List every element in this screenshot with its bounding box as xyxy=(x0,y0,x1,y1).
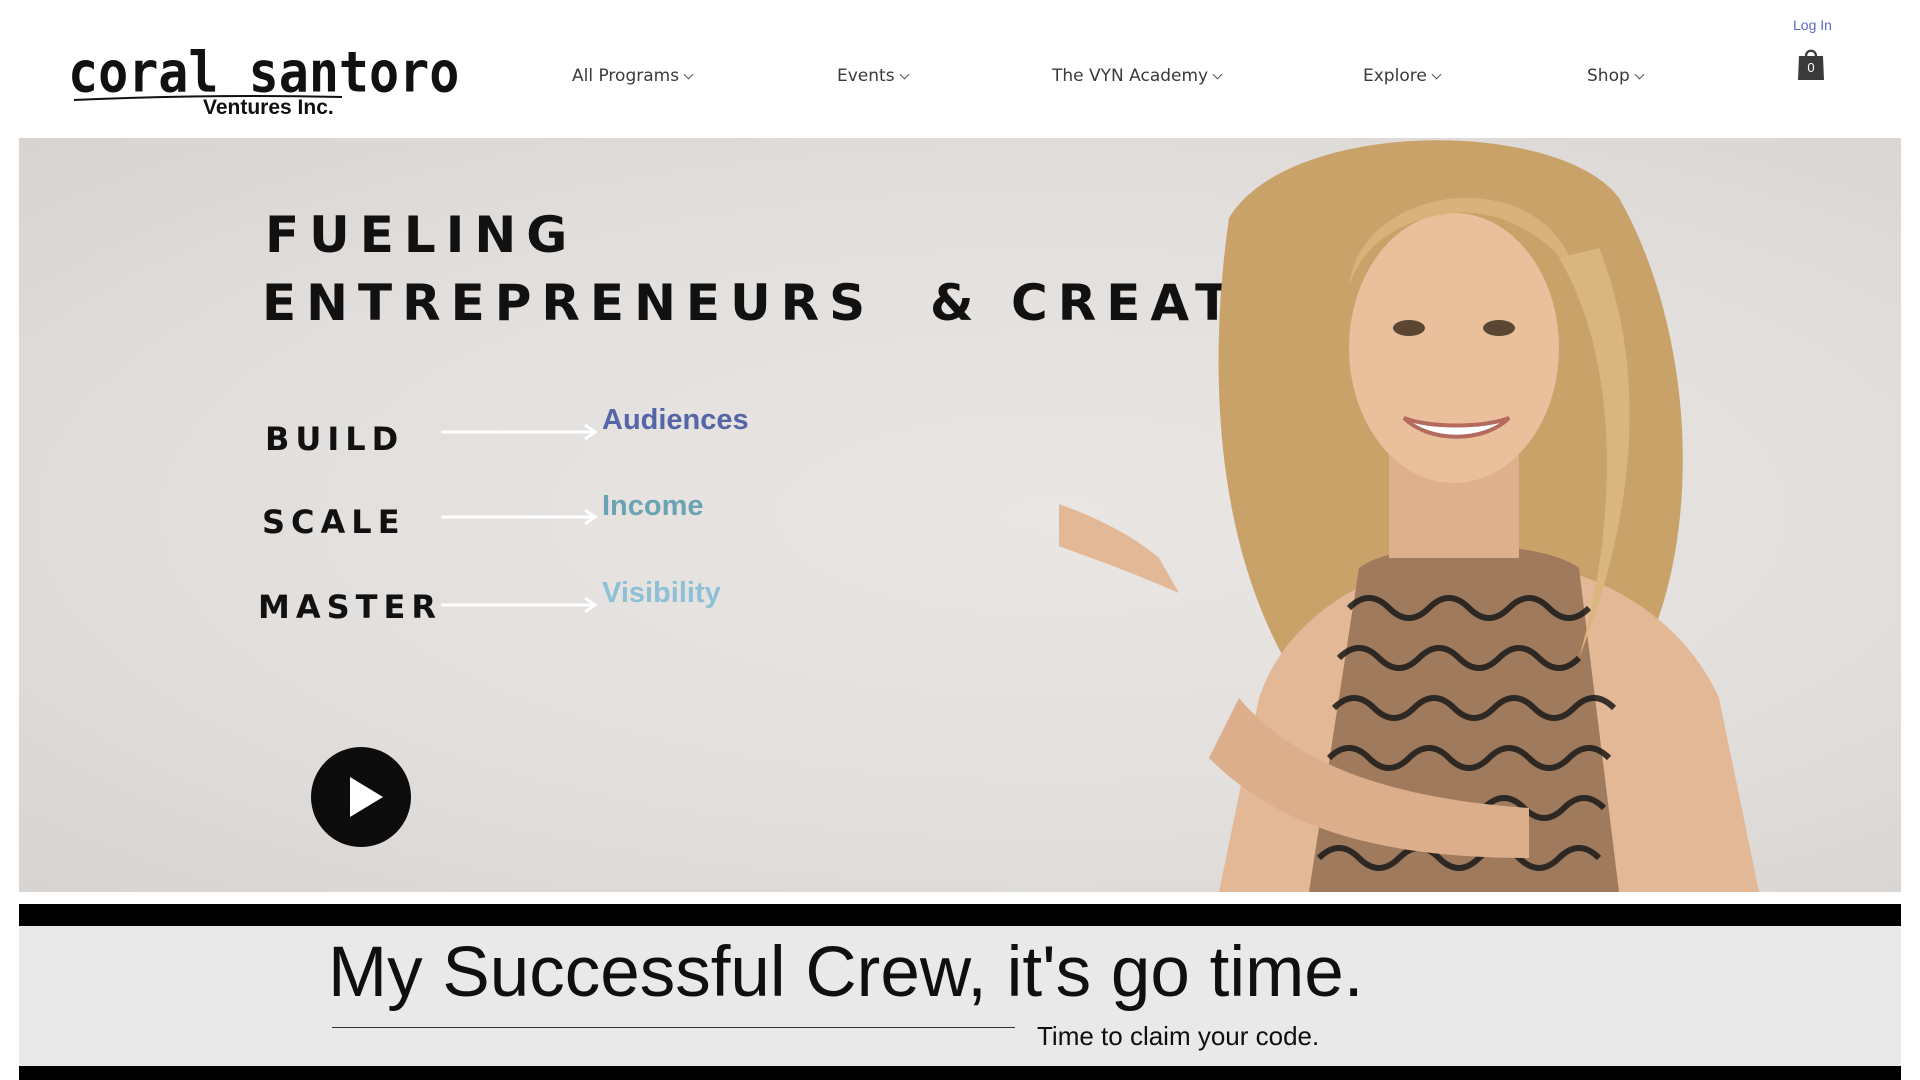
login-link[interactable]: Log In xyxy=(1793,17,1832,33)
nav-item-vyn-academy[interactable]: The VYN Academy xyxy=(1052,66,1223,86)
hero-outcome-audiences: Audiences xyxy=(602,404,749,436)
nav-label: Shop xyxy=(1587,66,1630,86)
banner-top-bar xyxy=(19,904,1901,926)
logo-subtitle: Ventures Inc. xyxy=(203,96,334,119)
play-video-button[interactable] xyxy=(311,747,411,847)
banner-divider xyxy=(332,1027,1015,1028)
chevron-down-icon xyxy=(1212,69,1223,79)
banner-bottom-bar xyxy=(19,1066,1901,1080)
arrow-right-icon xyxy=(441,423,598,441)
hero-banner: FUELING ENTREPRENEURS & CREATORS BUILD A… xyxy=(19,138,1901,892)
promo-banner: My Successful Crew, it's go time. Time t… xyxy=(19,926,1901,1066)
arrow-right-icon xyxy=(441,508,598,526)
nav-item-events[interactable]: Events xyxy=(837,66,910,86)
hero-verb-scale: SCALE xyxy=(262,503,406,541)
chevron-down-icon xyxy=(899,69,910,79)
nav-label: Explore xyxy=(1363,66,1427,86)
arrow-right-icon xyxy=(441,596,598,614)
nav-label: Events xyxy=(837,66,895,86)
nav-label: All Programs xyxy=(572,66,680,86)
nav-item-shop[interactable]: Shop xyxy=(1587,66,1645,86)
hero-outcome-visibility: Visibility xyxy=(602,577,721,609)
chevron-down-icon xyxy=(1634,69,1645,79)
hero-title-line1: FUELING xyxy=(265,206,578,264)
chevron-down-icon xyxy=(1431,69,1442,79)
banner-headline: My Successful Crew, it's go time. xyxy=(328,933,1364,1012)
hero-outcome-income: Income xyxy=(602,490,704,522)
hero-verb-build: BUILD xyxy=(265,420,405,458)
hero-verb-master: MASTER xyxy=(258,588,442,626)
nav-label: The VYN Academy xyxy=(1052,66,1209,86)
chevron-down-icon xyxy=(683,69,694,79)
banner-subline: Time to claim your code. xyxy=(1037,1021,1320,1051)
nav-item-explore[interactable]: Explore xyxy=(1363,66,1442,86)
cart-button[interactable]: 0 xyxy=(1797,47,1825,81)
hero-model-image xyxy=(1059,140,1759,892)
main-nav: All Programs Events The VYN Academy Expl… xyxy=(0,66,1920,96)
site-header: coral santoro Ventures Inc. All Programs… xyxy=(0,0,1920,138)
nav-item-all-programs[interactable]: All Programs xyxy=(572,66,694,86)
cart-count: 0 xyxy=(1807,60,1815,75)
